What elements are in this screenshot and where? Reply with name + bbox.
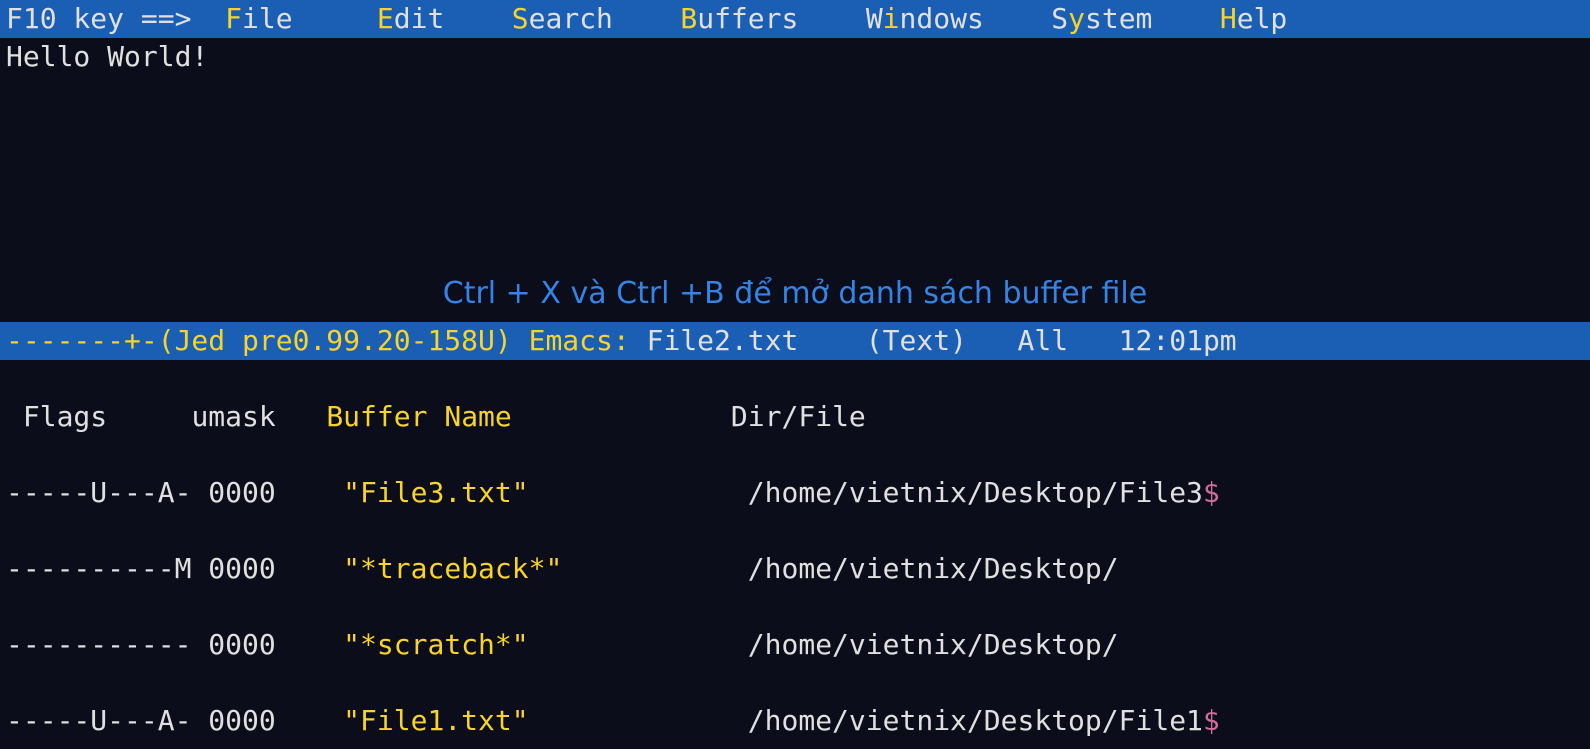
hotkey-b: B <box>680 2 697 35</box>
menu-edit[interactable]: Edit <box>377 2 444 35</box>
buffer-list-pane[interactable]: Flags umask Buffer Name Dir/File -----U-… <box>0 360 1590 749</box>
menu-search[interactable]: Search <box>512 2 613 35</box>
hotkey-e: E <box>377 2 394 35</box>
buffer-list-row[interactable]: ----------- 0000 "*scratch*" /home/vietn… <box>6 626 1590 664</box>
truncation-icon: $ <box>1203 476 1220 509</box>
menu-file[interactable]: File <box>225 2 292 35</box>
editor-pane[interactable]: Hello World! <box>0 38 1590 266</box>
buffer-list-row[interactable]: -----U---A- 0000 "File3.txt" /home/vietn… <box>6 474 1590 512</box>
menu-bar: F10 key ==> File Edit Search Buffers Win… <box>0 0 1590 38</box>
editor-content: Hello World! <box>6 40 208 73</box>
menu-f10-hint: F10 key ==> <box>6 2 225 35</box>
buffer-name: "File1.txt" <box>343 704 528 737</box>
buffer-list-row[interactable]: ----------M 0000 "*traceback*" /home/vie… <box>6 550 1590 588</box>
hotkey-y: y <box>1068 2 1085 35</box>
hotkey-i: i <box>883 2 900 35</box>
hotkey-h: H <box>1220 2 1237 35</box>
hotkey-s: S <box>512 2 529 35</box>
menu-buffers[interactable]: Buffers <box>680 2 798 35</box>
buffer-name: "*scratch*" <box>343 628 528 661</box>
menu-windows[interactable]: Windows <box>866 2 984 35</box>
mode-line-top: -------+-(Jed pre0.99.20-158U) Emacs: Fi… <box>0 322 1590 360</box>
menu-help[interactable]: Help <box>1220 2 1287 35</box>
mode-line-filename: File2.txt <box>647 324 799 357</box>
buffer-name: "*traceback*" <box>343 552 562 585</box>
hotkey-f: F <box>225 2 242 35</box>
buffer-list-header: Flags umask Buffer Name Dir/File <box>6 398 1590 436</box>
buffer-list-row[interactable]: -----U---A- 0000 "File1.txt" /home/vietn… <box>6 702 1590 740</box>
menu-system[interactable]: System <box>1051 2 1152 35</box>
buffer-name: "File3.txt" <box>343 476 528 509</box>
truncation-icon: $ <box>1203 704 1220 737</box>
mode-line-time: 12:01pm <box>1119 324 1237 357</box>
annotation-caption: Ctrl + X và Ctrl +B để mở danh sách buff… <box>0 266 1590 322</box>
